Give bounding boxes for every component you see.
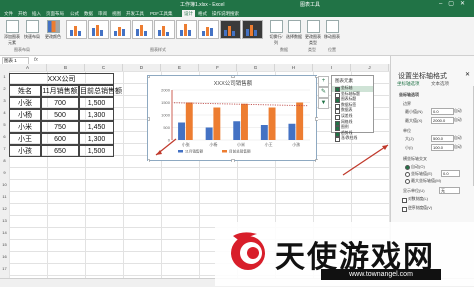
watermark-logo-icon <box>231 232 265 270</box>
arrow-head-pane <box>382 145 388 150</box>
arrow-to-pane <box>342 144 389 176</box>
watermark-url: www.townangel.com <box>321 269 441 280</box>
watermark-banner: 天使游戏网 www.townangel.com <box>215 222 474 286</box>
